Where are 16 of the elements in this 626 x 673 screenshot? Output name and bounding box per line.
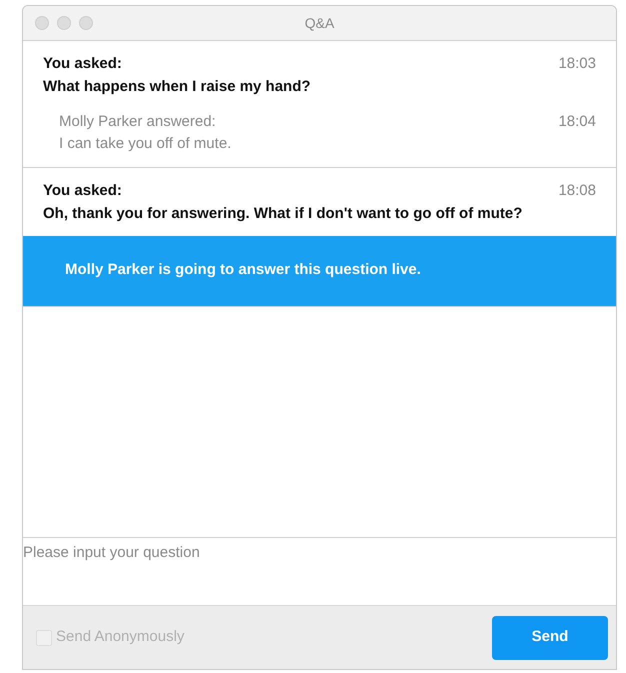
window-control-icon[interactable] — [35, 16, 49, 30]
answer-text: I can take you off of mute. — [59, 134, 232, 154]
question-time: 18:03 — [558, 54, 596, 74]
question-text: What happens when I raise my hand? — [43, 76, 312, 96]
anonymous-label: Send Anonymously — [56, 627, 184, 648]
window-title: Q&A — [304, 14, 334, 33]
window-control-icon[interactable] — [79, 16, 93, 30]
answer-author: Molly Parker answered: — [59, 112, 216, 132]
live-answer-text: Molly Parker is going to answer this question live. — [65, 260, 421, 280]
answer-time: 18:04 — [558, 112, 596, 132]
question-time: 18:08 — [558, 181, 596, 201]
asker-label: You asked: — [43, 54, 122, 74]
send-button[interactable]: Send — [492, 616, 608, 660]
question-text: Oh, thank you for answering. What if I don't want to go off of mute? — [43, 204, 524, 224]
asker-label: You asked: — [43, 181, 122, 201]
window-control-icon[interactable] — [57, 16, 71, 30]
